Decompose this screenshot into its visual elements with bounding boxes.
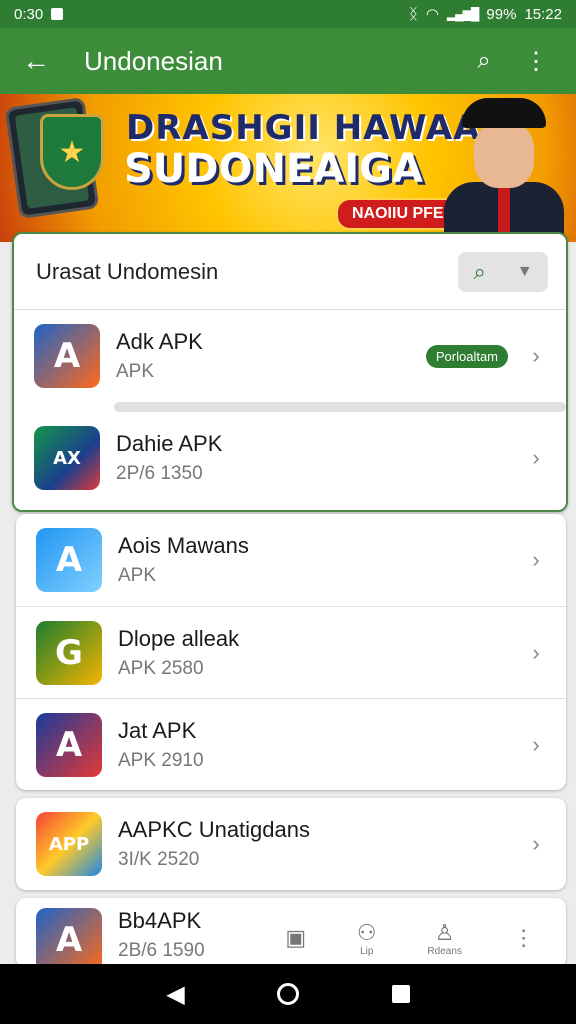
app-icon: APP xyxy=(36,812,102,876)
list-item[interactable]: AX Dahie APK 2P/6 1350 › xyxy=(14,412,566,504)
nfc-icon: ᛝ xyxy=(408,5,418,23)
chevron-down-icon: ▼ xyxy=(516,262,533,280)
tab-bookmark[interactable]: ▣ xyxy=(285,925,306,951)
status-time-left: 0:30 xyxy=(14,5,44,23)
more-vert-icon[interactable]: ⋮ xyxy=(513,925,535,951)
search-icon: ⌕ xyxy=(473,258,486,284)
system-nav-bar: ◀ xyxy=(0,964,576,1024)
app-name: AAPKC Unatigdans xyxy=(118,817,310,842)
app-icon: G xyxy=(36,620,102,685)
app-list-card: A Aois Mawans APK › G Dlope alleak APK 2… xyxy=(16,514,566,790)
status-clock: 15:22 xyxy=(524,5,562,23)
list-item[interactable]: APP AAPKC Unatigdans 3I/K 2520 › xyxy=(16,798,566,890)
nav-back-icon[interactable]: ◀ xyxy=(166,980,184,1009)
app-list-card-primary: Urasat Undomesin ⌕ ▼ A Adk APK APK Porlo… xyxy=(12,232,568,512)
officer-illustration xyxy=(444,98,564,242)
bookmark-icon: ▣ xyxy=(285,925,307,950)
app-list-card: APP AAPKC Unatigdans 3I/K 2520 › xyxy=(16,798,566,890)
search-row: Urasat Undomesin ⌕ ▼ xyxy=(14,234,566,310)
page-title: Undonesian xyxy=(84,45,223,76)
shield-emblem-icon: ★ xyxy=(40,114,104,190)
nav-recents-icon[interactable] xyxy=(391,985,410,1003)
chevron-right-icon: › xyxy=(532,639,540,665)
battery-level: 99% xyxy=(486,5,517,23)
tab-profile[interactable]: ♙ Rdeans xyxy=(427,920,461,957)
app-icon: A xyxy=(34,324,100,388)
app-subtitle: APK xyxy=(118,565,157,586)
app-icon: A xyxy=(36,712,102,777)
promo-banner[interactable]: ★ DRASHGII HAWAA SUDONEAIGA NAOIIU PFESI… xyxy=(0,94,576,242)
chevron-right-icon: › xyxy=(532,343,540,368)
app-subtitle: APK xyxy=(116,361,155,382)
back-arrow-icon[interactable]: ← xyxy=(14,45,58,77)
app-name: Jat APK xyxy=(118,717,197,743)
app-subtitle: 2P/6 1350 xyxy=(116,463,203,484)
app-name: Dlope alleak xyxy=(118,625,240,651)
search-icon[interactable]: ⌕ xyxy=(458,47,510,75)
app-name: Aois Mawans xyxy=(118,533,249,558)
nav-home-icon[interactable] xyxy=(277,983,300,1005)
tab-label: Lip xyxy=(360,945,374,957)
more-vert-icon[interactable]: ⋮ xyxy=(510,47,562,76)
chevron-right-icon: › xyxy=(532,445,540,470)
app-icon: A xyxy=(36,528,102,592)
status-badge: Porloaltam xyxy=(425,344,508,368)
app-subtitle: APK 2910 xyxy=(118,749,204,771)
bottom-tab-bar: ▣ ⚇ Lip ♙ Rdeans ⋮ xyxy=(260,912,560,964)
tab-label: Rdeans xyxy=(427,945,462,957)
search-dropdown-button[interactable]: ⌕ ▼ xyxy=(458,251,548,292)
tab-groups[interactable]: ⚇ Lip xyxy=(357,920,377,957)
list-item[interactable]: A Jat APK APK 2910 › xyxy=(16,698,566,790)
signal-icon: ▂▄▆█ xyxy=(446,7,479,21)
notification-icon xyxy=(51,8,64,20)
search-label: Urasat Undomesin xyxy=(36,258,219,284)
app-name: Dahie APK xyxy=(116,431,223,456)
app-icon: AX xyxy=(34,426,100,490)
wifi-icon: ◠ xyxy=(425,6,439,23)
app-name: Adk APK xyxy=(116,329,203,354)
list-item[interactable]: A Adk APK APK Porloaltam › xyxy=(14,310,566,402)
app-subtitle: 3I/K 2520 xyxy=(118,849,200,870)
chevron-right-icon: › xyxy=(532,831,540,856)
divider xyxy=(114,402,566,412)
app-icon: A xyxy=(36,908,102,968)
chevron-right-icon: › xyxy=(532,547,540,572)
status-bar: 0:30 ᛝ ◠ ▂▄▆█ 99% 15:22 xyxy=(0,0,576,28)
app-subtitle: APK 2580 xyxy=(118,657,204,679)
list-item[interactable]: G Dlope alleak APK 2580 › xyxy=(16,606,566,698)
group-icon: ⚇ xyxy=(356,919,377,945)
user-icon: ♙ xyxy=(434,919,455,945)
banner-subheadline: SUDONEAIGA xyxy=(124,146,423,192)
app-bar: ← Undonesian ⌕ ⋮ xyxy=(0,28,576,94)
banner-headline: DRASHGII HAWAA xyxy=(126,108,481,148)
list-item[interactable]: A Aois Mawans APK › xyxy=(16,514,566,606)
chevron-right-icon: › xyxy=(532,731,540,757)
